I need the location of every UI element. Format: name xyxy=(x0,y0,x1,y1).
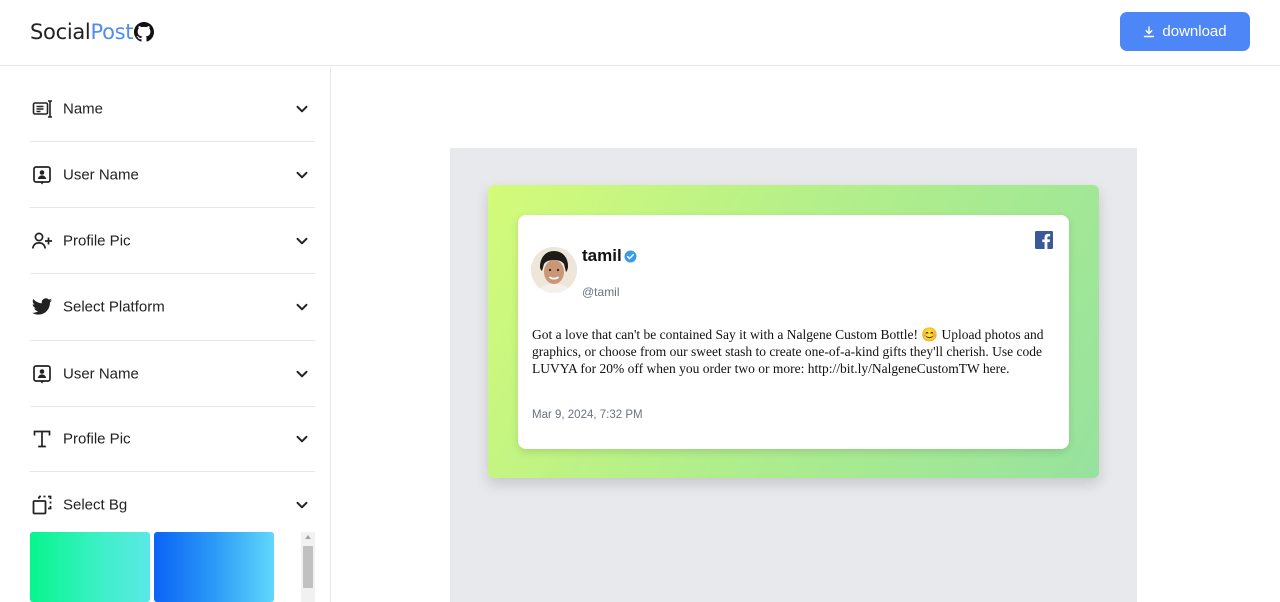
download-label: download xyxy=(1162,23,1227,40)
select-bg-icon xyxy=(31,494,53,516)
accordion-select-platform[interactable]: Select Platform xyxy=(30,274,315,341)
verified-badge-icon xyxy=(624,249,637,263)
post-display-name: tamil xyxy=(582,246,637,266)
facebook-icon xyxy=(1035,231,1053,249)
top-header: Social Post download xyxy=(0,0,1280,66)
scroll-up-arrow-icon[interactable] xyxy=(305,535,311,539)
logo-text-social: Social xyxy=(30,20,91,44)
chevron-down-icon xyxy=(296,303,308,311)
accordion-name[interactable]: Name xyxy=(30,76,315,142)
bg-swatch-green-teal[interactable] xyxy=(30,532,150,602)
accordion-label: User Name xyxy=(63,365,139,382)
preview-canvas: tamil @tamil Got a love that can't be co… xyxy=(450,148,1137,602)
accordion-user-name-2[interactable]: User Name xyxy=(30,341,315,407)
accordion-user-name[interactable]: User Name xyxy=(30,142,315,208)
post-background: tamil @tamil Got a love that can't be co… xyxy=(488,185,1099,478)
chevron-down-icon xyxy=(296,105,308,112)
accordion-select-bg[interactable]: Select Bg xyxy=(30,477,315,532)
chevron-down-icon xyxy=(296,171,308,178)
app-logo[interactable]: Social Post xyxy=(30,20,155,44)
post-body-text: Got a love that can't be contained Say i… xyxy=(532,327,1044,376)
post-handle: @tamil xyxy=(582,285,620,299)
settings-sidebar: Name User Name Profile Pic Select Platfo… xyxy=(0,67,331,602)
social-post-card: tamil @tamil Got a love that can't be co… xyxy=(518,215,1069,449)
chevron-down-icon xyxy=(296,370,308,377)
accordion-label: Profile Pic xyxy=(63,430,131,448)
avatar xyxy=(531,247,577,293)
chevron-down-icon xyxy=(296,501,308,508)
text-t-icon xyxy=(31,428,53,450)
bg-swatch-grid xyxy=(30,532,290,602)
chevron-down-icon xyxy=(296,237,308,244)
user-badge-icon xyxy=(31,164,53,186)
bg-swatch-blue-cyan[interactable] xyxy=(154,532,274,602)
accordion-label: Select Platform xyxy=(63,298,165,316)
download-icon xyxy=(1144,25,1155,37)
post-timestamp: Mar 9, 2024, 7:32 PM xyxy=(532,409,643,421)
github-icon[interactable] xyxy=(134,22,155,42)
twitter-icon xyxy=(31,296,53,318)
display-name-text: tamil xyxy=(582,246,622,265)
scrollbar-thumb[interactable] xyxy=(303,546,313,588)
logo-text-post: Post xyxy=(90,20,134,44)
user-badge-icon xyxy=(31,363,53,385)
accordion-label: Select Bg xyxy=(63,496,128,513)
accordion-label: Profile Pic xyxy=(63,232,131,249)
accordion-profile-pic-2[interactable]: Profile Pic xyxy=(30,407,315,472)
accordion-label: User Name xyxy=(63,166,139,183)
accordion-label: Name xyxy=(63,100,104,117)
bg-list-scrollbar[interactable] xyxy=(301,532,315,602)
accordion-profile-pic[interactable]: Profile Pic xyxy=(30,208,315,274)
download-button[interactable]: download xyxy=(1120,12,1250,51)
chevron-down-icon xyxy=(296,435,308,443)
user-plus-icon xyxy=(31,230,53,252)
name-card-icon xyxy=(31,98,53,120)
